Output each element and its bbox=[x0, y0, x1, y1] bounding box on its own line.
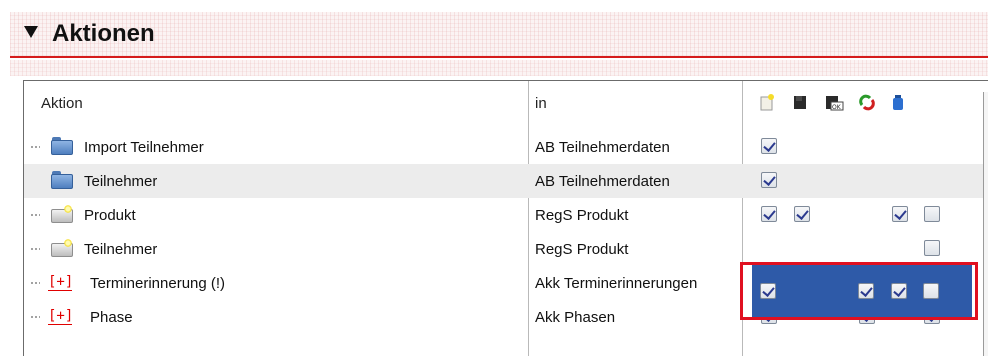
permission-checkbox[interactable] bbox=[924, 206, 940, 222]
expand-plus-icon[interactable]: [+] bbox=[48, 274, 73, 290]
action-location: RegS Produkt bbox=[535, 241, 629, 258]
bottle-icon bbox=[893, 95, 903, 110]
table-header: Aktion in OK bbox=[24, 81, 988, 119]
expand-underline bbox=[48, 290, 72, 291]
table-row[interactable]: Produkt RegS Produkt bbox=[24, 198, 988, 232]
new-folder-icon bbox=[51, 239, 73, 257]
action-name: Terminerinnerung (!) bbox=[90, 275, 226, 292]
action-name: Produkt bbox=[84, 207, 136, 224]
tree-connector bbox=[30, 316, 40, 318]
action-location: AB Teilnehmerdaten bbox=[535, 173, 670, 190]
column-header-in[interactable]: in bbox=[535, 95, 547, 112]
next-column-edge bbox=[983, 92, 988, 356]
action-name: Teilnehmer bbox=[84, 173, 158, 190]
permission-checkbox[interactable] bbox=[761, 172, 777, 188]
table-row[interactable]: Teilnehmer RegS Produkt bbox=[24, 232, 988, 266]
panel-header-band bbox=[10, 60, 988, 76]
action-location: RegS Produkt bbox=[535, 207, 629, 224]
svg-text:OK: OK bbox=[832, 104, 842, 111]
table-row[interactable]: Import Teilnehmer AB Teilnehmerdaten bbox=[24, 130, 988, 164]
tree-connector bbox=[30, 248, 40, 250]
permission-checkbox[interactable] bbox=[892, 206, 908, 222]
panel-header[interactable]: Aktionen bbox=[10, 12, 988, 58]
column-header-aktion[interactable]: Aktion bbox=[41, 95, 83, 112]
permission-checkbox[interactable] bbox=[924, 240, 940, 256]
save-icon bbox=[794, 96, 806, 109]
permission-checkbox[interactable] bbox=[761, 138, 777, 154]
collapse-triangle-icon[interactable] bbox=[24, 26, 38, 38]
new-folder-icon bbox=[51, 205, 73, 223]
table-row[interactable]: Teilnehmer AB Teilnehmerdaten bbox=[24, 164, 988, 198]
blue-folder-icon bbox=[51, 171, 73, 189]
action-name: Phase bbox=[90, 309, 133, 326]
action-location: AB Teilnehmerdaten bbox=[535, 139, 670, 156]
tree-connector bbox=[30, 146, 40, 148]
permission-checkbox[interactable] bbox=[794, 206, 810, 222]
action-name: Import Teilnehmer bbox=[84, 139, 204, 156]
save-ok-icon: OK bbox=[826, 96, 844, 111]
new-document-icon bbox=[760, 94, 774, 111]
expand-plus-icon[interactable]: [+] bbox=[48, 308, 73, 324]
action-location: Akk Phasen bbox=[535, 309, 616, 326]
permission-checkbox[interactable] bbox=[761, 206, 777, 222]
action-name: Teilnehmer bbox=[84, 241, 158, 258]
tree-connector bbox=[30, 214, 40, 216]
expand-underline bbox=[48, 324, 72, 325]
tree-connector bbox=[30, 282, 40, 284]
panel-title: Aktionen bbox=[52, 20, 155, 47]
highlight-rectangle bbox=[740, 262, 978, 320]
action-location: Akk Terminerinnerungen bbox=[535, 275, 698, 292]
blue-folder-icon bbox=[51, 137, 73, 155]
refresh-icon bbox=[859, 94, 875, 111]
